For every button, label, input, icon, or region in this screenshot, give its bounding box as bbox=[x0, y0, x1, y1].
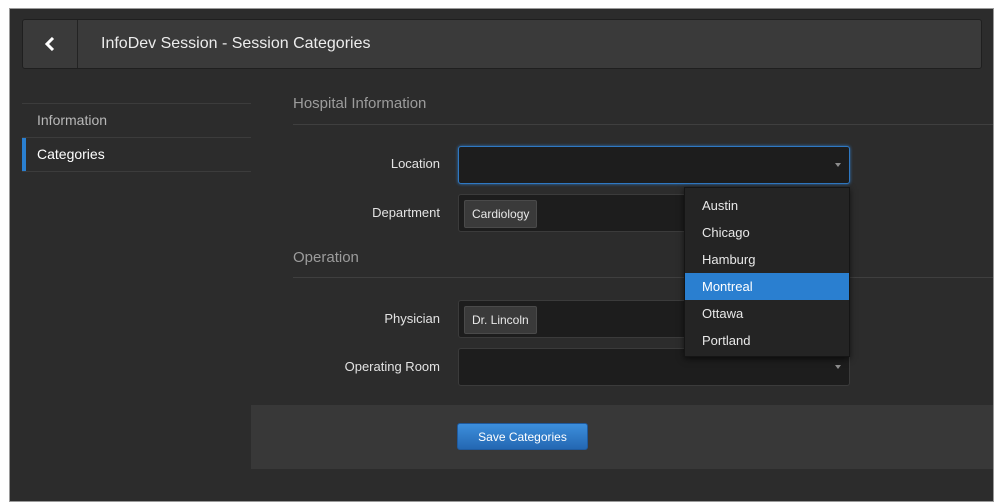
chevron-left-icon bbox=[44, 37, 55, 51]
section-divider bbox=[293, 124, 993, 125]
operating-room-label: Operating Room bbox=[344, 359, 440, 374]
dropdown-option[interactable]: Portland bbox=[685, 327, 849, 354]
save-categories-button[interactable]: Save Categories bbox=[457, 423, 588, 450]
sidebar: Information Categories bbox=[22, 103, 251, 172]
footer-bar: Save Categories bbox=[251, 405, 993, 469]
header-bar: InfoDev Session - Session Categories bbox=[22, 19, 982, 69]
window-title: InfoDev Session - Session Categories bbox=[101, 35, 371, 52]
section-title-operation: Operation bbox=[293, 249, 359, 266]
physician-chip: Dr. Lincoln bbox=[464, 306, 537, 334]
caret-down-icon bbox=[835, 365, 841, 369]
location-label: Location bbox=[390, 156, 440, 171]
sidebar-item-information[interactable]: Information bbox=[22, 103, 251, 137]
dropdown-option[interactable]: Chicago bbox=[685, 219, 849, 246]
section-divider bbox=[293, 277, 993, 278]
department-chip: Cardiology bbox=[464, 200, 538, 228]
dropdown-option[interactable]: Hamburg bbox=[685, 246, 849, 273]
dropdown-option[interactable]: Ottawa bbox=[685, 300, 849, 327]
dropdown-option-highlighted[interactable]: Montreal bbox=[685, 273, 849, 300]
back-button[interactable] bbox=[23, 20, 78, 68]
location-dropdown: Austin Chicago Hamburg Montreal Ottawa P… bbox=[684, 187, 850, 357]
section-title-hospital: Hospital Information bbox=[293, 95, 427, 112]
dropdown-option[interactable]: Austin bbox=[685, 192, 849, 219]
sidebar-item-categories[interactable]: Categories bbox=[22, 137, 251, 172]
location-select[interactable] bbox=[458, 146, 850, 184]
physician-label: Physician bbox=[384, 311, 440, 326]
app-window: InfoDev Session - Session Categories Inf… bbox=[9, 8, 994, 502]
caret-down-icon bbox=[835, 163, 841, 167]
department-label: Department bbox=[372, 205, 440, 220]
